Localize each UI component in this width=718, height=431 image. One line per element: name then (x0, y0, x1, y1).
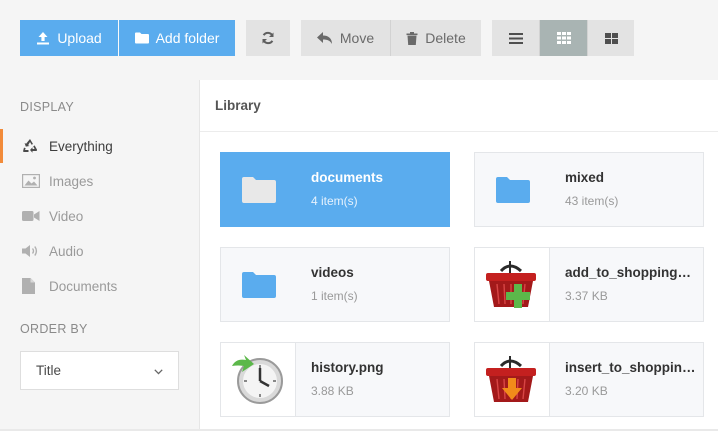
add-folder-button[interactable]: Add folder (119, 20, 235, 56)
file-name: mixed (565, 170, 605, 185)
filter-images[interactable]: Images (0, 166, 199, 196)
delete-label: Delete (425, 30, 466, 46)
file-name: insert_to_shopping_cart.png (565, 360, 697, 375)
video-icon (22, 208, 42, 224)
upload-icon (36, 31, 50, 45)
audio-icon (22, 243, 42, 259)
history-clock-icon (221, 343, 296, 416)
file-name: videos (311, 265, 354, 280)
file-meta: 3.88 KB (311, 384, 354, 398)
recycle-icon (22, 138, 42, 154)
file-meta: 1 item(s) (311, 289, 358, 303)
order-by-select[interactable]: Title (20, 351, 179, 390)
move-button[interactable]: Move (301, 20, 390, 56)
sidebar: DISPLAY Everything Images Video Audio Do… (0, 80, 200, 431)
filter-everything[interactable]: Everything (0, 129, 199, 163)
file-card-add-to-shopping-cart[interactable]: add_to_shopping_cart.png 3.37 KB (474, 247, 704, 322)
filter-audio-label: Audio (49, 243, 84, 259)
basket-add-icon (475, 248, 550, 321)
upload-button[interactable]: Upload (20, 20, 118, 56)
upload-label: Upload (57, 30, 102, 46)
folder-icon (221, 153, 296, 226)
folder-icon (221, 248, 296, 321)
large-grid-view-icon (604, 32, 618, 44)
order-by-value: Title (36, 363, 62, 378)
file-name: history.png (311, 360, 384, 375)
file-card-insert-to-shopping-cart[interactable]: insert_to_shopping_cart.png 3.20 KB (474, 342, 704, 417)
file-name: add_to_shopping_cart.png (565, 265, 697, 280)
file-card-documents[interactable]: documents 4 item(s) (220, 152, 450, 227)
large-grid-view-button[interactable] (588, 20, 634, 56)
filter-video-label: Video (49, 208, 84, 224)
file-meta: 3.20 KB (565, 384, 608, 398)
refresh-button[interactable] (246, 20, 290, 56)
toolbar: Upload Add folder Move Delete (0, 0, 718, 80)
chevron-down-icon (154, 363, 163, 378)
file-meta: 3.37 KB (565, 289, 608, 303)
library-title: Library (215, 98, 261, 113)
file-card-history[interactable]: history.png 3.88 KB (220, 342, 450, 417)
library-panel: Library documents 4 item(s) mixed 43 ite… (200, 80, 718, 431)
filter-audio[interactable]: Audio (0, 236, 199, 266)
delete-button[interactable]: Delete (391, 20, 481, 56)
filter-video[interactable]: Video (0, 201, 199, 231)
trash-icon (406, 31, 418, 45)
filter-everything-label: Everything (49, 138, 113, 154)
grid-view-button[interactable] (540, 20, 587, 56)
refresh-icon (261, 31, 275, 45)
divider (200, 131, 718, 132)
folder-icon (134, 32, 149, 44)
reply-arrow-icon (316, 31, 333, 45)
document-icon (22, 278, 42, 294)
filter-documents[interactable]: Documents (0, 271, 199, 301)
active-indicator (0, 129, 3, 163)
display-heading: DISPLAY (20, 100, 74, 114)
file-card-mixed[interactable]: mixed 43 item(s) (474, 152, 704, 227)
file-meta: 4 item(s) (311, 194, 358, 208)
file-name: documents (311, 170, 384, 185)
add-folder-label: Add folder (155, 30, 220, 46)
filter-images-label: Images (49, 173, 94, 189)
grid-view-icon (556, 32, 571, 44)
basket-insert-icon (475, 343, 550, 416)
filter-documents-label: Documents (49, 278, 118, 294)
file-meta: 43 item(s) (565, 194, 619, 208)
order-by-heading: ORDER BY (20, 322, 88, 336)
move-label: Move (339, 30, 375, 46)
folder-icon (475, 153, 550, 226)
file-card-videos[interactable]: videos 1 item(s) (220, 247, 450, 322)
list-view-icon (508, 32, 523, 44)
image-icon (22, 173, 42, 189)
list-view-button[interactable] (492, 20, 539, 56)
